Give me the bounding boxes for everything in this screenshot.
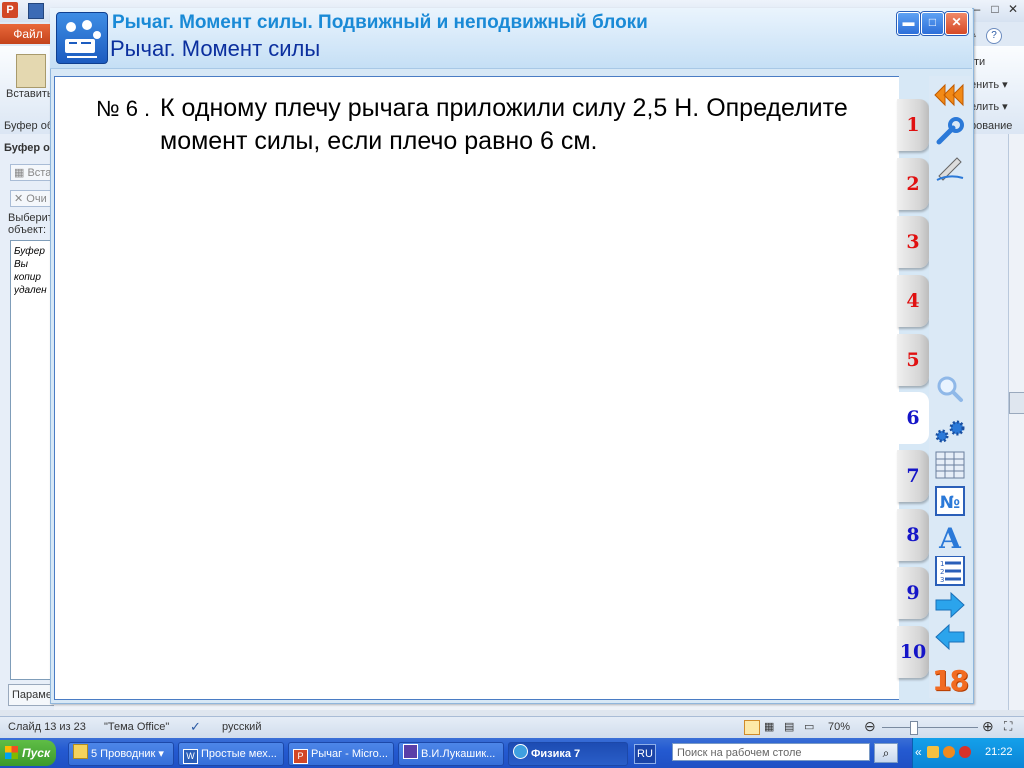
paste-button-label[interactable]: Вставить bbox=[6, 88, 53, 100]
task-content-area bbox=[54, 76, 899, 700]
spellcheck-icon[interactable]: ✓ bbox=[190, 719, 201, 735]
save-icon[interactable] bbox=[28, 3, 44, 19]
taskbar-item-word[interactable]: W Простые мех... bbox=[178, 742, 284, 766]
close-button[interactable]: ✕ bbox=[945, 12, 968, 35]
help-icon[interactable]: ? bbox=[986, 28, 1002, 44]
svg-text:A: A bbox=[938, 522, 962, 552]
table-icon[interactable] bbox=[933, 450, 967, 480]
task-number: № 6 . bbox=[96, 96, 151, 121]
statusbar: Слайд 13 из 23 "Тема Office" ✓ русский ▦… bbox=[0, 716, 1024, 739]
tray-expand-icon[interactable]: « bbox=[915, 745, 922, 759]
sorter-view-icon[interactable]: ▦ bbox=[764, 720, 774, 733]
clear-all-button[interactable]: ✕ Очи bbox=[10, 190, 51, 207]
language-indicator[interactable]: русский bbox=[222, 721, 261, 733]
task-tab-5[interactable]: 5 bbox=[897, 334, 929, 386]
task-text: К одному плечу рычага приложили силу 2,5… bbox=[160, 94, 848, 155]
task-tab-6[interactable]: 6 bbox=[897, 392, 929, 444]
windows-logo-icon bbox=[5, 746, 18, 759]
zoom-slider-thumb[interactable] bbox=[910, 721, 918, 735]
task-tab-4[interactable]: 4 bbox=[897, 275, 929, 327]
task-tab-8[interactable]: 8 bbox=[897, 509, 929, 561]
clock[interactable]: 21:22 bbox=[985, 746, 1013, 758]
globe-icon bbox=[513, 744, 528, 759]
minimize-button[interactable]: ▬ bbox=[897, 12, 920, 35]
pane-select-text: Выберит объект: bbox=[8, 212, 53, 236]
clipboard-pane-title: Буфер о bbox=[4, 142, 50, 154]
clipboard-group-label: Буфер об bbox=[4, 120, 54, 132]
rewind-icon[interactable] bbox=[933, 80, 967, 110]
ribbon-right-text-3[interactable]: елить ▾ bbox=[970, 100, 1008, 113]
file-tab[interactable]: Файл bbox=[0, 24, 56, 44]
zoom-slider[interactable] bbox=[882, 727, 978, 728]
scrollbar-thumb[interactable] bbox=[1009, 392, 1024, 414]
svg-text:1: 1 bbox=[940, 560, 944, 568]
search-icon[interactable]: ⌕ bbox=[874, 743, 898, 763]
start-label: Пуск bbox=[22, 746, 51, 760]
app-logo-icon bbox=[56, 12, 108, 64]
folder-icon bbox=[73, 744, 88, 759]
tray-security-icon[interactable] bbox=[943, 746, 955, 758]
wrench-icon[interactable] bbox=[933, 116, 967, 146]
tray-antivirus-icon[interactable] bbox=[959, 746, 971, 758]
word-icon: W bbox=[183, 749, 198, 764]
book-icon bbox=[403, 744, 418, 759]
tray-app-icon[interactable] bbox=[927, 746, 939, 758]
fit-slide-icon[interactable]: ⛶ bbox=[1004, 719, 1012, 734]
slideshow-view-icon[interactable]: ▭ bbox=[804, 720, 814, 733]
reading-view-icon[interactable]: ▤ bbox=[784, 720, 794, 733]
normal-view-icon[interactable] bbox=[744, 720, 760, 735]
clipboard-list-text: Буфер Вы копир удален bbox=[14, 246, 47, 296]
window-title-main: Рычаг. Момент силы. Подвижный и неподвиж… bbox=[112, 12, 648, 33]
back-arrow-icon[interactable] bbox=[933, 622, 967, 652]
taskbar-item-powerpoint[interactable]: P Рычаг - Micro... bbox=[288, 742, 394, 766]
powerpoint-app-icon[interactable]: P bbox=[2, 2, 18, 18]
taskbar-item-physics[interactable]: Физика 7 bbox=[508, 742, 628, 766]
task-tab-9[interactable]: 9 bbox=[897, 567, 929, 619]
svg-text:3: 3 bbox=[940, 576, 944, 584]
maximize-button[interactable]: □ bbox=[921, 12, 944, 35]
svg-text:2: 2 bbox=[940, 568, 944, 576]
ribbon-right-text-4: рование bbox=[970, 120, 1013, 132]
system-tray: « 21:22 bbox=[912, 738, 1024, 768]
ppt-maximize-icon[interactable]: □ bbox=[988, 2, 1002, 16]
gears-icon[interactable] bbox=[933, 416, 967, 446]
zoom-level[interactable]: 70% bbox=[828, 721, 850, 733]
numbered-list-icon[interactable]: 123 bbox=[933, 555, 967, 586]
task-tab-1[interactable]: 1 bbox=[897, 99, 929, 151]
ribbon-right-text-2[interactable]: енить ▾ bbox=[970, 78, 1008, 91]
start-button[interactable]: Пуск bbox=[0, 740, 56, 766]
task-tab-10[interactable]: 10 bbox=[897, 626, 929, 678]
language-bar[interactable]: RU bbox=[634, 744, 656, 764]
ppt-close-icon[interactable]: ✕ bbox=[1006, 2, 1020, 16]
paste-icon[interactable] bbox=[16, 54, 46, 88]
forward-arrow-icon[interactable] bbox=[933, 590, 967, 620]
zoom-in-icon[interactable]: ⊕ bbox=[982, 718, 994, 735]
number-sign-icon[interactable]: № bbox=[933, 486, 967, 516]
taskbar-item-lukashik[interactable]: В.И.Лукашик... bbox=[398, 742, 504, 766]
window-title-sub: Рычаг. Момент силы bbox=[110, 36, 321, 61]
desktop-search-input[interactable]: Поиск на рабочем столе bbox=[672, 743, 870, 761]
task-tab-3[interactable]: 3 bbox=[897, 216, 929, 268]
vertical-scrollbar[interactable] bbox=[1008, 134, 1024, 710]
slide-counter: Слайд 13 из 23 bbox=[8, 721, 86, 733]
font-icon[interactable]: A bbox=[933, 522, 967, 555]
zoom-out-icon[interactable]: ⊖ bbox=[864, 718, 876, 735]
task-tab-2[interactable]: 2 bbox=[897, 158, 929, 210]
ribbon-right-text-1[interactable]: ти bbox=[974, 56, 985, 68]
powerpoint-icon: P bbox=[293, 749, 308, 764]
zoom-icon[interactable] bbox=[933, 374, 967, 404]
pencil-icon[interactable] bbox=[933, 152, 967, 182]
theme-name: "Тема Office" bbox=[104, 721, 170, 733]
svg-text:№: № bbox=[940, 493, 960, 513]
task-tab-7[interactable]: 7 bbox=[897, 450, 929, 502]
number-18-badge[interactable]: 18 bbox=[932, 664, 969, 697]
taskbar-item-explorer[interactable]: 5 Проводник ▾ bbox=[68, 742, 174, 766]
paste-all-button[interactable]: ▦ Вста bbox=[10, 164, 56, 181]
